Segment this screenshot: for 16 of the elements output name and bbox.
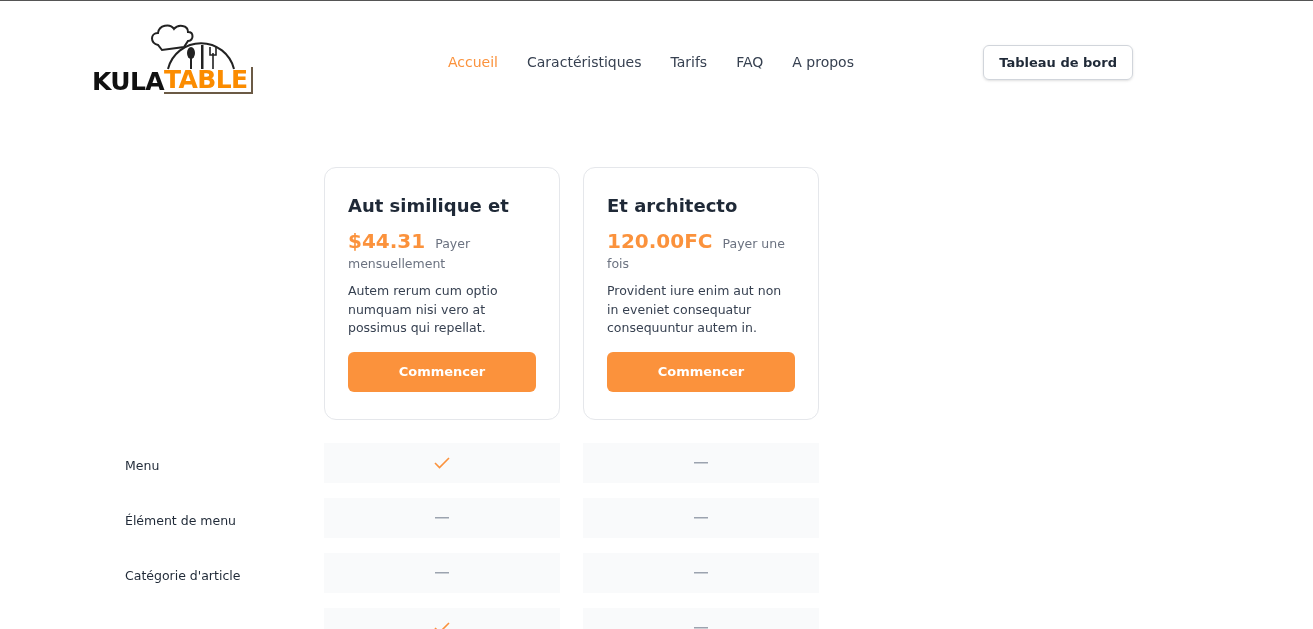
plan-description: Autem rerum cum optio numquam nisi vero at possimus qui repellat. [348, 282, 499, 337]
feature-label: Menu [125, 458, 160, 473]
feature-label: Élément de menu [125, 513, 237, 528]
plan-title: Aut similique et [348, 194, 510, 218]
feature-label: Catégorie d'article [125, 568, 241, 583]
plan-price: $44.31 Payer mensuellement [348, 231, 472, 273]
nav-link[interactable]: FAQ [736, 52, 764, 73]
plan-title: Et architecto [607, 194, 739, 218]
nav-link[interactable]: Tarifs [670, 52, 708, 73]
logo-text: KULA [92, 69, 164, 94]
plan-price: 120.00FC Payer une fois [607, 231, 786, 273]
logo-text: TABLE [164, 67, 254, 94]
nav-link[interactable]: A propos [792, 52, 854, 73]
plan-description: Provident iure enim aut non in eveniet consequatur consequuntur autem in. [607, 282, 783, 337]
dashboard-button[interactable]: Tableau de bord [983, 45, 1133, 80]
nav-link[interactable]: Caractéristiques [527, 52, 642, 73]
